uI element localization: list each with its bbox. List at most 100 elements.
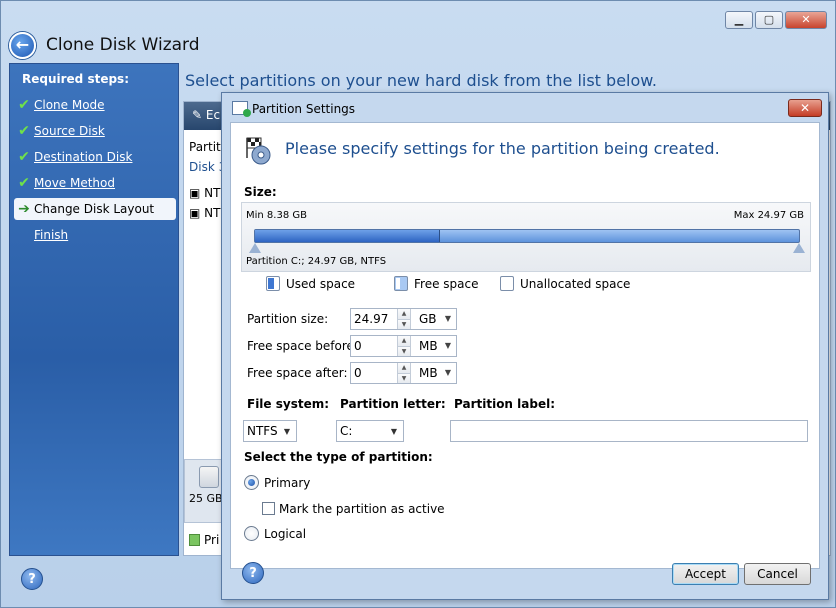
list-item[interactable]: ▣ NTI — [189, 186, 224, 200]
help-icon[interactable]: ? — [21, 568, 43, 590]
down-arrow-icon[interactable]: ▼ — [398, 318, 410, 329]
up-arrow-icon[interactable]: ▲ — [398, 363, 410, 373]
partition-type-heading: Select the type of partition: — [244, 450, 433, 464]
logical-label: Logical — [264, 527, 307, 541]
stepper-arrows[interactable]: ▲ ▼ — [397, 336, 411, 356]
sidebar-item-label: Finish — [34, 228, 69, 242]
sidebar-item-source-disk[interactable]: ✔ Source Disk — [14, 120, 176, 142]
partition-icon: ▣ — [189, 186, 201, 200]
right-slider-handle[interactable] — [793, 243, 805, 253]
down-arrow-icon[interactable]: ▼ — [398, 372, 410, 383]
free-before-stepper[interactable]: 0 ▲ ▼ MB ▼ — [350, 335, 457, 357]
logical-radio[interactable] — [244, 526, 259, 541]
edit-icon: ✎ — [192, 108, 206, 122]
free-after-input[interactable]: 0 — [351, 366, 397, 380]
partition-size-input[interactable]: 24.97 — [351, 312, 397, 326]
legend-label: Free space — [414, 276, 479, 291]
legend-label: Unallocated space — [520, 276, 631, 291]
dialog-titlebar: Partition Settings ✕ — [222, 93, 828, 122]
partition-info: Partition C:; 24.97 GB, NTFS — [246, 256, 387, 267]
arrow-right-icon: ➔ — [18, 201, 30, 217]
free-before-input[interactable]: 0 — [351, 339, 397, 353]
down-arrow-icon[interactable]: ▼ — [398, 345, 410, 356]
up-arrow-icon[interactable]: ▲ — [398, 309, 410, 319]
sidebar-item-label: Clone Mode — [34, 98, 105, 112]
disk-legend: Pri — [189, 533, 219, 547]
min-size: Min 8.38 GB — [246, 210, 307, 221]
primary-swatch-icon — [189, 534, 200, 546]
sidebar-item-label: Move Method — [34, 176, 115, 190]
partition-icon: ▣ — [189, 206, 201, 220]
up-arrow-icon[interactable]: ▲ — [398, 336, 410, 346]
dialog-footer: ? Accept Cancel — [230, 562, 820, 597]
sidebar-item-destination-disk[interactable]: ✔ Destination Disk — [14, 146, 176, 168]
unit-dropdown[interactable]: GB ▼ — [411, 312, 456, 326]
window-title: Clone Disk Wizard — [46, 35, 200, 55]
chevron-down-icon: ▼ — [444, 314, 451, 323]
partition-size-stepper[interactable]: 24.97 ▲ ▼ GB ▼ — [350, 308, 457, 330]
hard-disk-icon — [199, 466, 219, 488]
file-system-value: NTFS — [247, 424, 278, 438]
left-slider-handle[interactable] — [249, 243, 261, 253]
unit-label: MB — [419, 339, 438, 353]
unit-dropdown[interactable]: MB ▼ — [411, 366, 456, 380]
legend-free: Free space — [394, 276, 478, 291]
sidebar: Required steps: ✔ Clone Mode ✔ Source Di… — [9, 63, 179, 556]
free-before-label: Free space before: — [247, 339, 358, 353]
close-button[interactable]: ✕ — [785, 11, 827, 29]
sidebar-item-finish[interactable]: Finish — [14, 224, 176, 246]
used-space-bar — [255, 230, 440, 242]
sidebar-item-move-method[interactable]: ✔ Move Method — [14, 172, 176, 194]
unit-label: GB — [419, 312, 437, 326]
free-after-stepper[interactable]: 0 ▲ ▼ MB ▼ — [350, 362, 457, 384]
unit-dropdown[interactable]: MB ▼ — [411, 339, 456, 353]
check-icon: ✔ — [18, 175, 30, 191]
primary-radio[interactable] — [244, 475, 259, 490]
partition-size-slider: Min 8.38 GB Max 24.97 GB Partition C:; 2… — [241, 202, 811, 272]
back-arrow-icon[interactable]: ← — [9, 32, 36, 59]
size-label: Size: — [244, 185, 277, 199]
partition-letter-dropdown[interactable]: C: ▼ — [336, 420, 404, 442]
free-after-label: Free space after: — [247, 366, 348, 380]
partition-letter-value: C: — [340, 424, 353, 438]
chevron-down-icon: ▼ — [444, 368, 451, 377]
maximize-button[interactable]: ▢ — [755, 11, 783, 29]
chevron-down-icon: ▼ — [390, 427, 397, 436]
primary-label: Primary — [264, 476, 311, 490]
dialog-close-button[interactable]: ✕ — [788, 99, 822, 117]
list-item[interactable]: ▣ NTI — [189, 206, 224, 220]
accept-button[interactable]: Accept — [672, 563, 739, 585]
sidebar-item-change-disk-layout[interactable]: ➔ Change Disk Layout — [14, 198, 176, 220]
sidebar-heading: Required steps: — [22, 72, 129, 86]
minimize-button[interactable]: ▁ — [725, 11, 753, 29]
stepper-arrows[interactable]: ▲ ▼ — [397, 363, 411, 383]
edit-button[interactable]: Ec — [206, 108, 220, 122]
legend-label: Used space — [286, 276, 356, 291]
mark-active-label: Mark the partition as active — [279, 502, 445, 516]
sidebar-item-label: Destination Disk — [34, 150, 133, 164]
partition-label-label: Partition label: — [454, 397, 556, 411]
help-icon[interactable]: ? — [242, 562, 264, 584]
used-space-swatch-icon — [266, 276, 280, 291]
legend-used: Used space — [266, 276, 355, 291]
stepper-arrows[interactable]: ▲ ▼ — [397, 309, 411, 329]
unallocated-space-swatch-icon — [500, 276, 514, 291]
sidebar-item-clone-mode[interactable]: ✔ Clone Mode — [14, 94, 176, 116]
check-icon: ✔ — [18, 149, 30, 165]
window-controls: ▁ ▢ ✕ — [725, 11, 827, 29]
mark-active-checkbox[interactable] — [262, 502, 275, 515]
max-size: Max 24.97 GB — [733, 210, 804, 221]
file-system-dropdown[interactable]: NTFS ▼ — [243, 420, 297, 442]
dialog-body: Please specify settings for the partitio… — [230, 122, 820, 569]
sidebar-item-label: Source Disk — [34, 124, 105, 138]
dialog-header: Please specify settings for the partitio… — [285, 139, 720, 158]
file-system-label: File system: — [247, 397, 330, 411]
slider-track[interactable] — [254, 229, 800, 243]
disk-flag-icon — [246, 137, 271, 165]
partition-letter-label: Partition letter: — [340, 397, 446, 411]
partition-label-input[interactable] — [450, 420, 808, 442]
free-space-swatch-icon — [394, 276, 408, 291]
dialog-title: Partition Settings — [252, 102, 356, 116]
check-icon: ✔ — [18, 97, 30, 113]
cancel-button[interactable]: Cancel — [744, 563, 811, 585]
